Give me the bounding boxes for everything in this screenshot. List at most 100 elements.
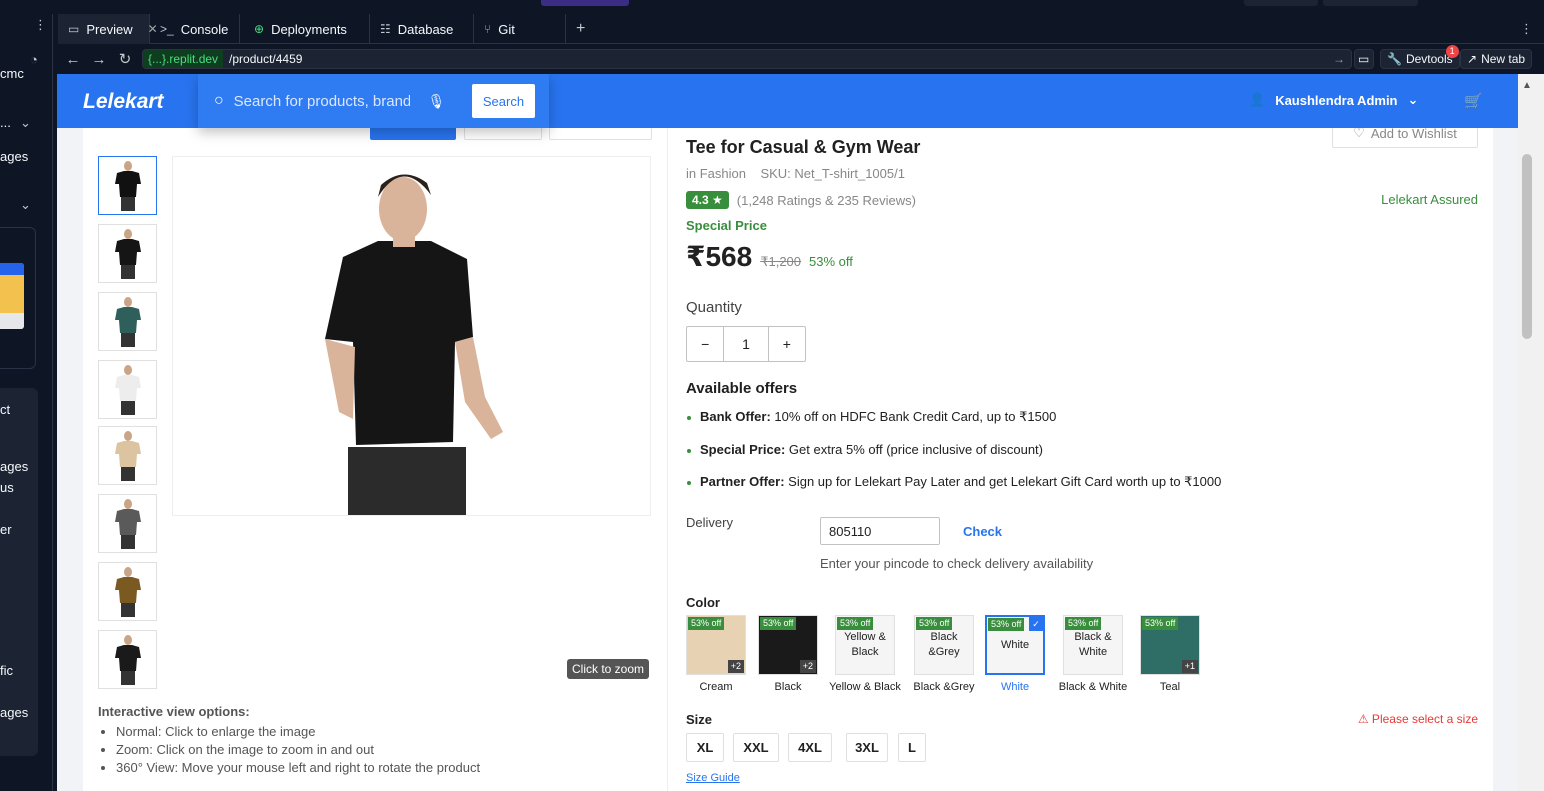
url-domain: {...}.replit.dev — [143, 50, 224, 68]
offer-item: Special Price: Get extra 5% off (price i… — [686, 442, 1466, 457]
mrp: ₹1,200 — [760, 254, 802, 269]
left-label: cmc — [0, 66, 24, 81]
device-icon[interactable]: ▭ — [1354, 49, 1374, 69]
new-tab-button[interactable]: ↗ New tab — [1460, 49, 1533, 69]
gallery-mode-button[interactable] — [464, 128, 542, 140]
external-link-icon: ↗ — [1467, 52, 1478, 66]
new-tab-plus-icon[interactable]: + — [566, 14, 598, 44]
left-label: ages — [0, 705, 29, 720]
size-option[interactable]: 3XL — [846, 733, 888, 762]
zoom-tooltip: Click to zoom — [567, 659, 650, 679]
site-logo[interactable]: Lelekart — [83, 90, 164, 114]
discount-badge: 53% off — [988, 618, 1025, 631]
discount-badge: 53% off — [1065, 617, 1102, 630]
size-option[interactable]: 4XL — [788, 733, 832, 762]
left-panel — [0, 388, 38, 756]
tab-console[interactable]: >_ Console — [150, 14, 240, 44]
user-icon: 👤 — [1249, 92, 1266, 107]
scroll-thumb[interactable] — [1522, 154, 1532, 339]
gauge-icon: ◔ — [30, 52, 38, 67]
quantity-label: Quantity — [686, 299, 742, 316]
minus-button[interactable]: − — [687, 327, 725, 361]
tshirt-thumbnail-image — [114, 364, 141, 415]
product-meta: in Fashion SKU: Net_T-shirt_1005/1 — [686, 166, 905, 181]
check-button[interactable]: Check — [963, 524, 1002, 539]
new-tab-label: New tab — [1481, 52, 1526, 66]
tab-preview[interactable]: ▭ Preview ✕ — [58, 14, 158, 44]
color-swatch[interactable]: 53% off Black &Grey — [914, 615, 974, 675]
reload-icon[interactable]: ↻ — [112, 50, 138, 68]
product-title: Tee for Casual & Gym Wear — [686, 137, 921, 157]
view-option: Zoom: Click on the image to zoom in and … — [116, 742, 480, 757]
more-icon[interactable]: ⋮ — [1510, 14, 1540, 44]
gallery-thumbnail[interactable] — [98, 360, 157, 419]
more-icon[interactable]: ⋮ — [34, 17, 47, 33]
color-swatch[interactable]: 53% off White ✓ — [985, 615, 1045, 675]
discount-badge: 53% off — [688, 617, 725, 630]
top-control — [1323, 0, 1418, 6]
tab-database[interactable]: ☷ Database — [370, 14, 474, 44]
offer-label: Bank Offer: — [700, 409, 771, 424]
gallery-thumbnail[interactable] — [98, 494, 157, 553]
tab-git[interactable]: ⑂ Git — [474, 14, 566, 44]
gallery-thumbnail[interactable] — [98, 156, 157, 215]
rating-badge: 4.3 ★ — [686, 191, 729, 209]
tab-deployments[interactable]: ⊕ Deployments — [244, 14, 370, 44]
color-swatch[interactable]: 53% off +1 — [1140, 615, 1200, 675]
gallery-thumbnail[interactable] — [98, 562, 157, 621]
search-input[interactable]: Search for products, brands and more — [234, 93, 410, 110]
offer-text: 10% off on HDFC Bank Credit Card, up to … — [774, 409, 1057, 424]
delivery-hint: Enter your pincode to check delivery ava… — [820, 556, 1094, 571]
top-tab-indicator — [541, 0, 629, 6]
assured-badge: Lelekart Assured — [1381, 192, 1478, 207]
wrench-icon: 🔧 — [1387, 52, 1402, 66]
price: ₹568 — [686, 241, 753, 272]
size-option[interactable]: XXL — [733, 733, 779, 762]
chevron-down-icon[interactable]: ⌄ — [20, 115, 31, 131]
page-scrollbar[interactable]: ▲ — [1518, 74, 1544, 791]
gallery-thumbnail[interactable] — [98, 630, 157, 689]
size-option[interactable]: XL — [686, 733, 724, 762]
swatch-text: Yellow & Black — [844, 631, 886, 658]
os-top-strip — [0, 0, 1544, 14]
site-header: Lelekart ○ Search for products, brands a… — [57, 74, 1518, 128]
terminal-icon: >_ — [160, 22, 174, 36]
search-icon: ○ — [214, 92, 224, 109]
forward-icon[interactable]: → — [86, 51, 112, 68]
user-menu[interactable]: 👤 Kaushlendra Admin ⌄ — [1249, 92, 1418, 108]
offers-list: Bank Offer: 10% off on HDFC Bank Credit … — [686, 409, 1466, 503]
gallery-thumbnail[interactable] — [98, 292, 157, 351]
chevron-down-icon[interactable]: ⌄ — [20, 197, 31, 213]
search-button[interactable]: Search — [472, 84, 535, 118]
pincode-input[interactable]: 805110 — [820, 517, 940, 545]
plus-button[interactable]: + — [767, 327, 805, 361]
mic-icon[interactable]: 🎙 — [428, 93, 446, 110]
main-product-image[interactable] — [172, 156, 651, 516]
swatch-text: Black & White — [1074, 631, 1112, 658]
ratings-count[interactable]: (1,248 Ratings & 235 Reviews) — [737, 193, 916, 208]
color-swatch[interactable]: 53% off Black & White — [1063, 615, 1123, 675]
url-path: /product/4459 — [229, 52, 303, 66]
color-swatch[interactable]: 53% off +2 — [758, 615, 818, 675]
color-swatch[interactable]: 53% off Yellow & Black — [835, 615, 895, 675]
size-option[interactable]: L — [898, 733, 926, 762]
gallery-thumbnail[interactable] — [98, 426, 157, 485]
address-field[interactable]: {...}.replit.dev /product/4459 → — [142, 49, 1352, 69]
tab-label: Console — [180, 21, 229, 37]
scroll-up-icon[interactable]: ▲ — [1522, 80, 1532, 91]
quantity-value[interactable]: 1 — [724, 327, 767, 361]
gallery-mode-button[interactable] — [549, 128, 652, 140]
swatch-text: White — [1000, 638, 1030, 651]
gallery-thumbnail[interactable] — [98, 224, 157, 283]
back-icon[interactable]: ← — [60, 51, 86, 68]
more-count: +1 — [1181, 660, 1198, 673]
category: in Fashion — [686, 166, 746, 181]
devtools-button[interactable]: 🔧 Devtools 1 — [1380, 45, 1460, 69]
color-swatch[interactable]: 53% off +2 — [686, 615, 746, 675]
cart-icon[interactable]: 🛒 — [1464, 92, 1483, 110]
offer-item: Bank Offer: 10% off on HDFC Bank Credit … — [686, 409, 1466, 425]
chevron-down-icon: ⌄ — [1407, 92, 1419, 107]
gallery-mode-button[interactable] — [370, 128, 456, 140]
size-guide-link[interactable]: Size Guide — [686, 772, 740, 784]
go-arrow-icon[interactable]: → — [1333, 52, 1345, 66]
